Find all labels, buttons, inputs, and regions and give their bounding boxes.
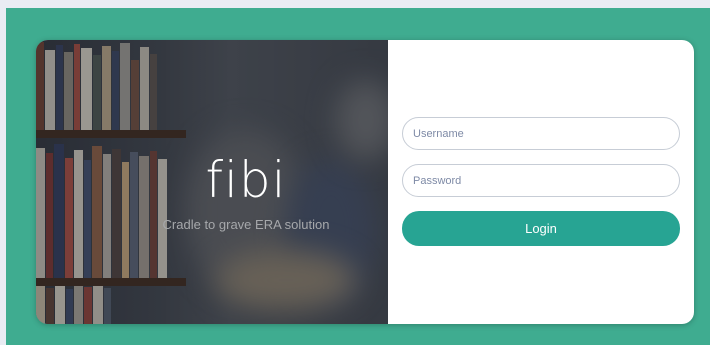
password-input[interactable] [402, 164, 680, 197]
login-form: Login [388, 40, 694, 324]
username-input[interactable] [402, 117, 680, 150]
library-background-image: fibi Cradle to grave ERA solution [36, 40, 388, 324]
login-button[interactable]: Login [402, 211, 680, 246]
fibi-logo: fibi [205, 151, 287, 209]
login-card: fibi Cradle to grave ERA solution Login [36, 40, 694, 324]
tagline: Cradle to grave ERA solution [162, 217, 330, 232]
